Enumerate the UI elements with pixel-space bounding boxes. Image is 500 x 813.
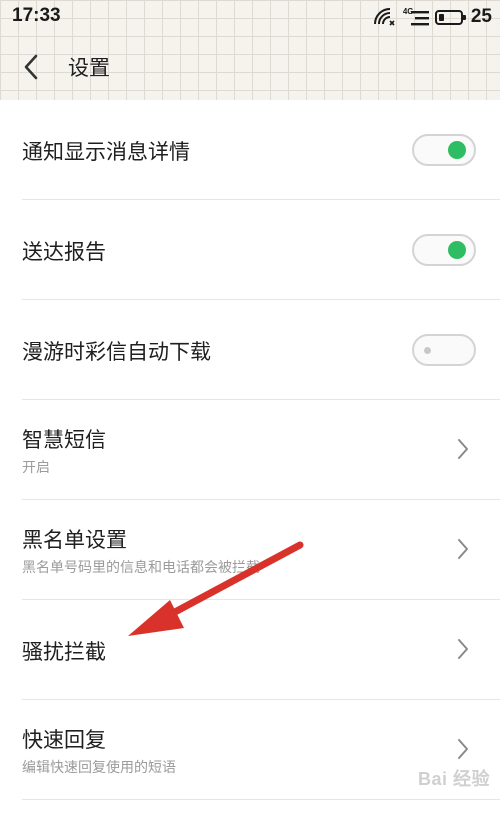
battery-icon bbox=[434, 9, 466, 25]
app-header: 设置 bbox=[0, 34, 500, 100]
setting-smart-sms[interactable]: 智慧短信 开启 bbox=[22, 400, 500, 500]
setting-label: 通知显示消息详情 bbox=[22, 140, 190, 164]
chevron-right-icon bbox=[458, 539, 468, 559]
setting-blacklist[interactable]: 黑名单设置 黑名单号码里的信息和电话都会被拦截 bbox=[22, 500, 500, 600]
setting-label: 漫游时彩信自动下载 bbox=[22, 340, 211, 364]
status-time: 17:33 bbox=[12, 5, 61, 26]
setting-label: 骚扰拦截 bbox=[22, 640, 106, 664]
chevron-left-icon bbox=[24, 54, 38, 80]
setting-label: 送达报告 bbox=[22, 240, 106, 264]
chevron-right-icon bbox=[458, 739, 468, 759]
status-bar: 17:33 4G 25 bbox=[0, 0, 500, 34]
page-title: 设置 bbox=[68, 56, 110, 80]
setting-delivery-report[interactable]: 送达报告 bbox=[22, 200, 500, 300]
setting-subtitle: 开启 bbox=[22, 460, 50, 476]
setting-harassment-block[interactable]: 骚扰拦截 bbox=[22, 600, 500, 700]
setting-notification-details[interactable]: 通知显示消息详情 bbox=[22, 100, 500, 200]
setting-label: 黑名单设置 bbox=[22, 528, 127, 552]
roaming-mms-toggle[interactable] bbox=[412, 334, 476, 366]
status-icons: 4G 25 bbox=[373, 4, 492, 30]
watermark: Bai 经验 bbox=[417, 769, 490, 789]
settings-list: 通知显示消息详情 送达报告 漫游时彩信自动下载 智慧短信 开启 黑名单设置 黑名… bbox=[0, 100, 500, 800]
wifi-icon bbox=[373, 8, 395, 26]
back-button[interactable] bbox=[14, 50, 48, 84]
setting-subtitle: 黑名单号码里的信息和电话都会被拦截 bbox=[22, 560, 260, 576]
chevron-right-icon bbox=[458, 639, 468, 659]
delivery-report-toggle[interactable] bbox=[412, 234, 476, 266]
chevron-right-icon bbox=[458, 439, 468, 459]
notification-details-toggle[interactable] bbox=[412, 134, 476, 166]
setting-label: 快速回复 bbox=[22, 728, 106, 752]
setting-subtitle: 编辑快速回复使用的短语 bbox=[22, 760, 176, 776]
signal-icon: 4G bbox=[403, 7, 429, 27]
setting-label: 智慧短信 bbox=[22, 428, 106, 452]
setting-roaming-mms-download[interactable]: 漫游时彩信自动下载 bbox=[22, 300, 500, 400]
battery-percent: 25 bbox=[470, 6, 492, 27]
